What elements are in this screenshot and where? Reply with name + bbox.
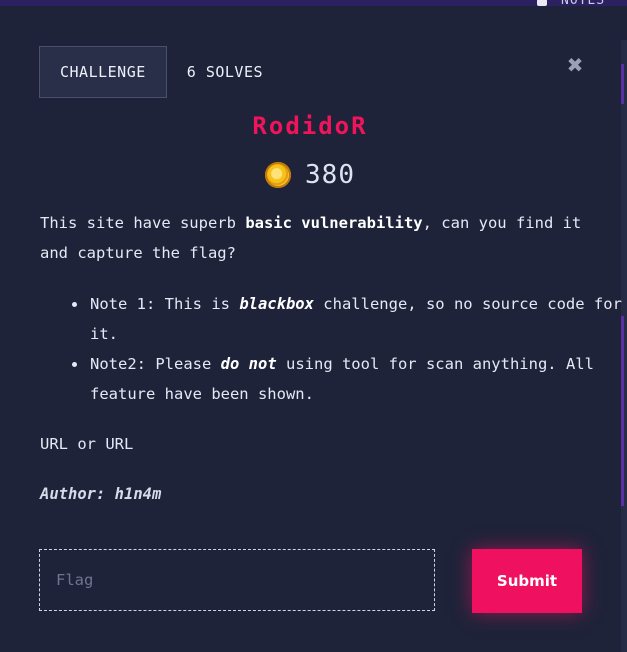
modal-tabs: CHALLENGE 6 SOLVES — [39, 46, 283, 98]
challenge-links: URL or URL — [40, 430, 133, 458]
note-emphasis: do not — [220, 355, 277, 373]
edge-accent — [621, 64, 624, 104]
challenge-author: Author: h1n4m — [40, 485, 162, 503]
list-item: Note2: Please do not using tool for scan… — [72, 349, 627, 409]
links-separator: or — [68, 435, 106, 453]
close-icon[interactable]: ✖ — [565, 55, 585, 75]
challenge-points: 380 — [0, 160, 620, 190]
challenge-modal: CHALLENGE 6 SOLVES ✖ RodidoR 380 This si… — [0, 6, 622, 652]
description-emphasis: basic vulnerability — [245, 214, 423, 232]
coin-icon — [265, 162, 292, 188]
tab-solves[interactable]: 6 SOLVES — [167, 47, 283, 97]
user-icon — [537, 0, 547, 6]
note-emphasis: blackbox — [239, 295, 314, 313]
url-link-2[interactable]: URL — [105, 435, 133, 453]
challenge-title: RodidoR — [252, 112, 368, 140]
submit-button[interactable]: Submit — [472, 549, 582, 613]
challenge-notes: Note 1: This is blackbox challenge, so n… — [40, 289, 627, 409]
list-item: Note 1: This is blackbox challenge, so n… — [72, 289, 627, 349]
flag-input[interactable] — [39, 549, 435, 611]
note-text: Note 1: This is — [90, 295, 240, 313]
description-text: This site have superb — [40, 214, 246, 232]
note-text: Note2: Please — [90, 355, 221, 373]
url-link-1[interactable]: URL — [40, 435, 68, 453]
points-value: 380 — [305, 160, 355, 190]
challenge-description: This site have superb basic vulnerabilit… — [40, 208, 585, 268]
tab-challenge[interactable]: CHALLENGE — [39, 46, 167, 98]
